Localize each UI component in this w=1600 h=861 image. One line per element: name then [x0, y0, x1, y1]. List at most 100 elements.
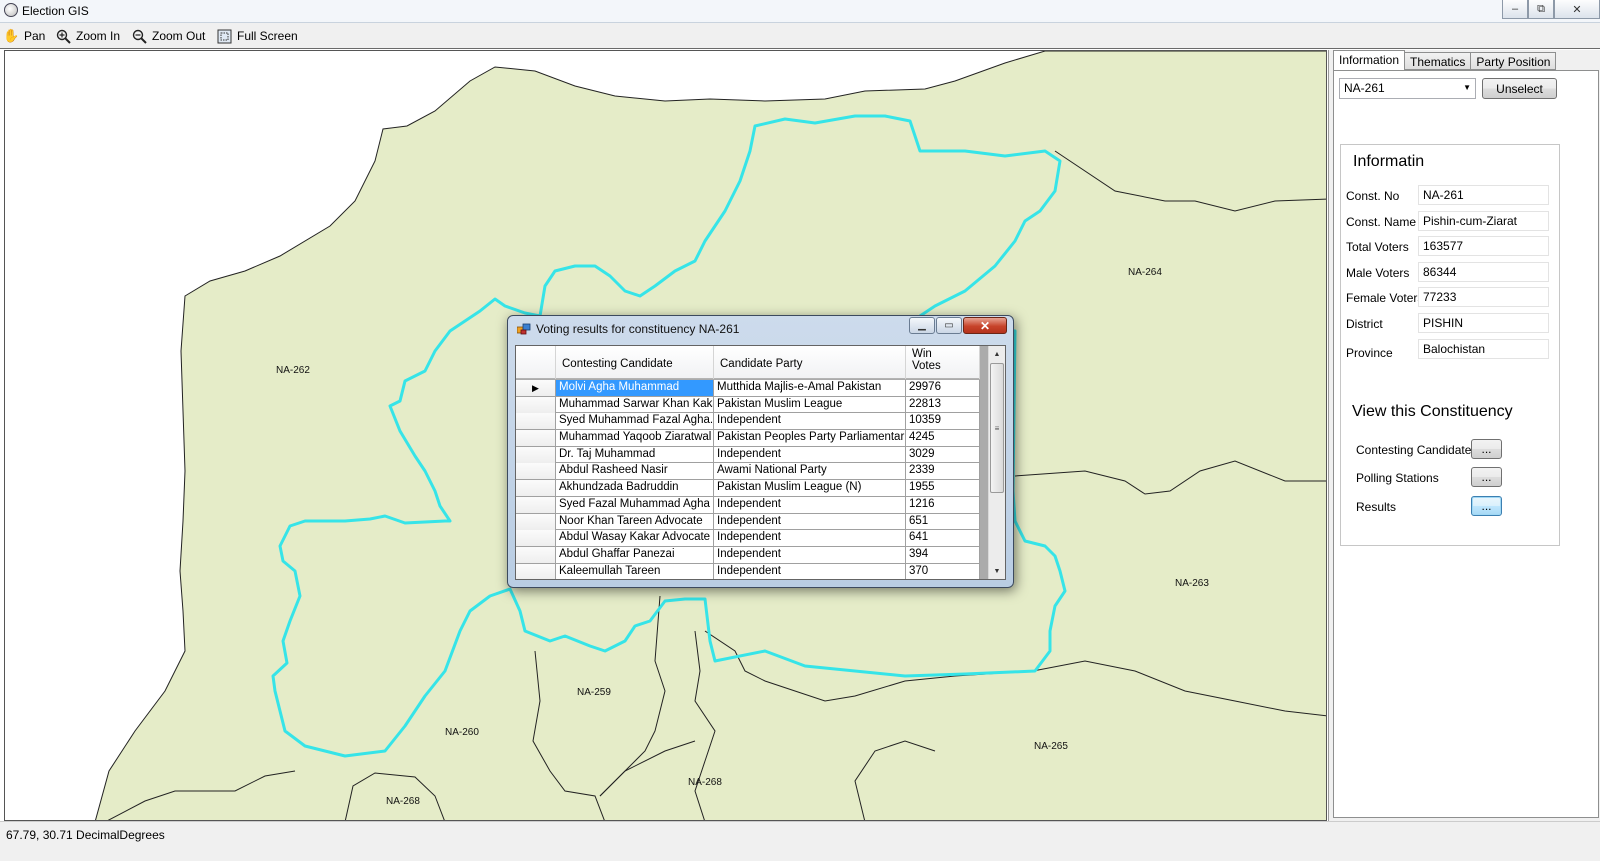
field-value[interactable]: 163577 — [1418, 236, 1549, 256]
votes-cell[interactable]: 10359 — [906, 413, 980, 430]
row-header[interactable] — [516, 430, 556, 447]
field-value[interactable]: Balochistan — [1418, 339, 1549, 359]
field-value[interactable]: PISHIN — [1418, 313, 1549, 333]
votes-cell[interactable]: 4245 — [906, 430, 980, 447]
votes-cell[interactable]: 641 — [906, 530, 980, 547]
table-row[interactable]: ▶ Molvi Agha Muhammad Mutthida Majlis-e-Am… — [516, 380, 980, 397]
table-row[interactable]: Abdul Rasheed Nasir Awami National Party 2… — [516, 463, 980, 481]
field-value[interactable]: 77233 — [1418, 287, 1549, 307]
votes-cell[interactable]: 22813 — [906, 396, 980, 413]
dialog-minimize-button[interactable]: ▁ — [909, 317, 935, 334]
table-row[interactable]: Kaleemullah Tareen Independent 370 — [516, 563, 980, 579]
current-row-indicator-icon[interactable]: ▶ — [516, 380, 556, 396]
party-cell[interactable]: Awami National Party — [714, 463, 906, 480]
party-cell[interactable]: Pakistan Muslim League (N) — [714, 480, 906, 497]
tab-party-position[interactable]: Party Position — [1470, 52, 1557, 70]
party-cell[interactable]: Mutthida Majlis-e-Amal Pakistan — [714, 380, 906, 396]
candidate-cell[interactable]: Muhammad Yaqoob Ziaratwal — [556, 430, 714, 447]
column-header-party[interactable]: Candidate Party — [714, 346, 906, 379]
party-cell[interactable]: Independent — [714, 413, 906, 430]
party-cell[interactable]: Independent — [714, 513, 906, 530]
minimize-button[interactable]: – — [1502, 0, 1528, 19]
table-row[interactable]: Noor Khan Tareen Advocate Independent 651 — [516, 513, 980, 531]
row-header[interactable] — [516, 496, 556, 513]
candidate-cell[interactable]: Molvi Agha Muhammad — [556, 380, 714, 396]
candidate-cell[interactable]: Abdul Wasay Kakar Advocate — [556, 530, 714, 547]
row-header[interactable] — [516, 446, 556, 463]
party-cell[interactable]: Independent — [714, 530, 906, 547]
dialog-maximize-button[interactable]: ▭ — [936, 317, 962, 334]
party-cell[interactable]: Independent — [714, 496, 906, 513]
votes-cell[interactable]: 1955 — [906, 480, 980, 497]
table-row[interactable]: Syed Fazal Muhammad Agha Independent 1216 — [516, 496, 980, 514]
zoom-in-button[interactable]: Zoom In — [56, 27, 120, 45]
dialog-close-button[interactable]: ✕ — [963, 317, 1007, 334]
party-cell[interactable]: Independent — [714, 563, 906, 579]
voting-results-dialog: Voting results for constituency NA-261 ▁… — [507, 315, 1014, 588]
table-row[interactable]: Abdul Ghaffar Panezai Independent 394 — [516, 546, 980, 564]
candidate-cell[interactable]: Dr. Taj Muhammad — [556, 446, 714, 463]
votes-cell[interactable]: 3029 — [906, 446, 980, 463]
scroll-down-arrow-icon[interactable]: ▼ — [989, 563, 1005, 579]
table-row[interactable]: Akhundzada Badruddin Pakistan Muslim Leag… — [516, 480, 980, 497]
votes-cell[interactable]: 394 — [906, 546, 980, 563]
map-label-na-263: NA-263 — [1175, 578, 1209, 589]
candidate-cell[interactable]: Akhundzada Badruddin — [556, 480, 714, 497]
candidate-cell[interactable]: Noor Khan Tareen Advocate — [556, 513, 714, 530]
votes-cell[interactable]: 651 — [906, 513, 980, 530]
field-value[interactable]: 86344 — [1418, 262, 1549, 282]
results-label: Results — [1356, 500, 1397, 514]
candidate-cell[interactable]: Muhammad Sarwar Khan Kakar — [556, 396, 714, 413]
candidate-cell[interactable]: Abdul Rasheed Nasir — [556, 463, 714, 480]
unselect-button[interactable]: Unselect — [1482, 78, 1557, 99]
row-header[interactable] — [516, 396, 556, 413]
information-tab-page: NA-261 ▼ Unselect Informatin Const. No N… — [1333, 70, 1599, 818]
pan-button[interactable]: ✋ Pan — [3, 27, 45, 45]
row-header[interactable] — [516, 530, 556, 547]
table-row[interactable]: Muhammad Yaqoob Ziaratwal Pakistan People… — [516, 430, 980, 447]
votes-cell[interactable]: 1216 — [906, 496, 980, 513]
field-value[interactable]: NA-261 — [1418, 185, 1549, 205]
party-cell[interactable]: Pakistan Peoples Party Parliamentarians — [714, 430, 906, 447]
table-row[interactable]: Muhammad Sarwar Khan Kakar Pakistan Musli… — [516, 396, 980, 414]
candidate-cell[interactable]: Abdul Ghaffar Panezai — [556, 546, 714, 563]
row-header[interactable] — [516, 463, 556, 480]
maximize-button[interactable]: ⧉ — [1528, 0, 1554, 19]
zoom-out-button[interactable]: Zoom Out — [132, 27, 205, 45]
hand-icon: ✋ — [3, 28, 20, 43]
table-row[interactable]: Dr. Taj Muhammad Independent 3029 — [516, 446, 980, 464]
field-value[interactable]: Pishin-cum-Ziarat — [1418, 211, 1549, 231]
row-header[interactable] — [516, 480, 556, 497]
column-header-votes[interactable]: Win Votes — [906, 346, 980, 379]
constituency-select[interactable]: NA-261 ▼ — [1339, 78, 1476, 99]
party-cell[interactable]: Independent — [714, 546, 906, 563]
party-cell[interactable]: Independent — [714, 446, 906, 463]
tab-thematics[interactable]: Thematics — [1404, 52, 1472, 70]
candidate-cell[interactable]: Syed Muhammad Fazal Agha. — [556, 413, 714, 430]
row-header[interactable] — [516, 513, 556, 530]
close-button[interactable]: ✕ — [1554, 0, 1600, 19]
row-header[interactable] — [516, 413, 556, 430]
full-screen-button[interactable]: Full Screen — [217, 27, 298, 45]
column-header-candidate[interactable]: Contesting Candidate — [556, 346, 714, 379]
tab-information[interactable]: Information — [1333, 50, 1406, 71]
results-grid[interactable]: Contesting Candidate Candidate Party Win… — [515, 345, 1006, 580]
table-row[interactable]: Abdul Wasay Kakar Advocate Independent 641 — [516, 530, 980, 547]
grid-vertical-scrollbar[interactable]: ▲ ≡ ▼ — [988, 346, 1005, 579]
table-row[interactable]: Syed Muhammad Fazal Agha. Independent 1035… — [516, 413, 980, 431]
row-header[interactable] — [516, 563, 556, 579]
coordinates-readout: 67.79, 30.71 DecimalDegrees — [6, 828, 165, 842]
votes-cell[interactable]: 29976 — [906, 380, 980, 396]
scroll-thumb[interactable]: ≡ — [990, 363, 1004, 493]
row-header[interactable] — [516, 546, 556, 563]
party-cell[interactable]: Pakistan Muslim League — [714, 396, 906, 413]
scroll-up-arrow-icon[interactable]: ▲ — [989, 346, 1005, 362]
candidate-cell[interactable]: Syed Fazal Muhammad Agha — [556, 496, 714, 513]
zoom-in-icon — [56, 29, 71, 44]
results-button[interactable]: ... — [1471, 496, 1502, 516]
candidate-cell[interactable]: Kaleemullah Tareen — [556, 563, 714, 579]
votes-cell[interactable]: 2339 — [906, 463, 980, 480]
polling-stations-button[interactable]: ... — [1471, 467, 1502, 487]
votes-cell[interactable]: 370 — [906, 563, 980, 579]
contesting-candidates-button[interactable]: ... — [1471, 439, 1502, 459]
